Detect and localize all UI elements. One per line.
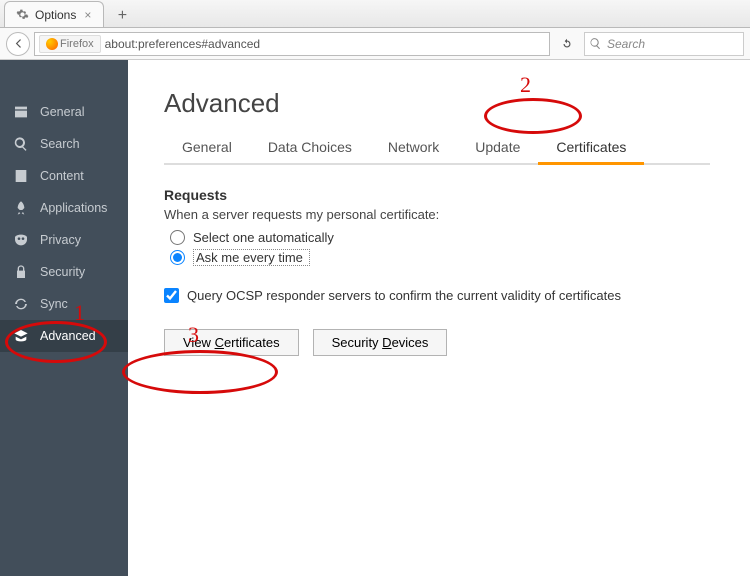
reload-button[interactable] xyxy=(554,32,580,56)
radio-select-auto-input[interactable] xyxy=(170,230,185,245)
close-tab-icon[interactable]: × xyxy=(82,8,93,22)
document-icon xyxy=(12,167,30,185)
browser-tab-title: Options xyxy=(35,8,76,22)
tab-update[interactable]: Update xyxy=(457,133,538,163)
sidebar-item-applications[interactable]: Applications xyxy=(0,192,128,224)
radio-ask-every-time-label: Ask me every time xyxy=(193,249,310,266)
hat-icon xyxy=(12,327,30,345)
sidebar-item-advanced[interactable]: Advanced xyxy=(0,320,128,352)
back-button[interactable] xyxy=(6,32,30,56)
gear-icon xyxy=(15,8,29,22)
advanced-tabs: General Data Choices Network Update Cert… xyxy=(164,133,710,165)
radio-select-auto-label: Select one automatically xyxy=(193,230,334,245)
identity-label: Firefox xyxy=(60,38,94,50)
sidebar-item-sync[interactable]: Sync xyxy=(0,288,128,320)
sidebar-item-label: Security xyxy=(40,265,85,279)
preferences-content: General Search Content Applications Priv… xyxy=(0,60,750,576)
sidebar-item-label: General xyxy=(40,105,84,119)
window-icon xyxy=(12,103,30,121)
ocsp-checkbox[interactable] xyxy=(164,288,179,303)
sidebar-item-label: Sync xyxy=(40,297,68,311)
tab-general[interactable]: General xyxy=(164,133,250,163)
annotation-circle-3 xyxy=(122,350,278,394)
sync-icon xyxy=(12,295,30,313)
radio-select-auto[interactable]: Select one automatically xyxy=(164,228,750,247)
url-bar[interactable]: Firefox about:preferences#advanced xyxy=(34,32,550,56)
requests-desc: When a server requests my personal certi… xyxy=(164,207,750,222)
browser-tab-options[interactable]: Options × xyxy=(4,1,104,27)
sidebar-item-label: Advanced xyxy=(40,329,96,343)
advanced-pane: Advanced General Data Choices Network Up… xyxy=(128,60,750,576)
ocsp-checkbox-row[interactable]: Query OCSP responder servers to confirm … xyxy=(164,288,750,303)
lock-icon xyxy=(12,263,30,281)
search-placeholder: Search xyxy=(607,37,645,51)
sidebar-item-search[interactable]: Search xyxy=(0,128,128,160)
view-certificates-button[interactable]: View Certificates xyxy=(164,329,299,356)
radio-ask-every-time-input[interactable] xyxy=(170,250,185,265)
tab-data-choices[interactable]: Data Choices xyxy=(250,133,370,163)
nav-toolbar: Firefox about:preferences#advanced Searc… xyxy=(0,28,750,60)
search-icon xyxy=(589,37,603,51)
search-box[interactable]: Search xyxy=(584,32,744,56)
magnifier-icon xyxy=(12,135,30,153)
requests-section: Requests When a server requests my perso… xyxy=(164,187,750,356)
requests-heading: Requests xyxy=(164,187,750,203)
sidebar-item-content[interactable]: Content xyxy=(0,160,128,192)
tab-certificates[interactable]: Certificates xyxy=(538,133,644,163)
radio-ask-every-time[interactable]: Ask me every time xyxy=(164,247,750,268)
identity-box[interactable]: Firefox xyxy=(39,35,101,53)
url-text: about:preferences#advanced xyxy=(105,37,260,51)
sidebar-item-label: Applications xyxy=(40,201,107,215)
sidebar-item-label: Content xyxy=(40,169,84,183)
sidebar-item-security[interactable]: Security xyxy=(0,256,128,288)
ocsp-label: Query OCSP responder servers to confirm … xyxy=(187,288,621,303)
mask-icon xyxy=(12,231,30,249)
sidebar-item-general[interactable]: General xyxy=(0,96,128,128)
tab-network[interactable]: Network xyxy=(370,133,457,163)
sidebar-item-label: Search xyxy=(40,137,80,151)
cert-buttons: View Certificates Security Devices xyxy=(164,329,750,356)
firefox-icon xyxy=(46,38,58,50)
tab-strip: Options × + xyxy=(0,0,750,28)
page-title: Advanced xyxy=(164,88,750,119)
new-tab-button[interactable]: + xyxy=(110,5,134,27)
sidebar-item-label: Privacy xyxy=(40,233,81,247)
rocket-icon xyxy=(12,199,30,217)
security-devices-button[interactable]: Security Devices xyxy=(313,329,448,356)
category-sidebar: General Search Content Applications Priv… xyxy=(0,60,128,576)
sidebar-item-privacy[interactable]: Privacy xyxy=(0,224,128,256)
